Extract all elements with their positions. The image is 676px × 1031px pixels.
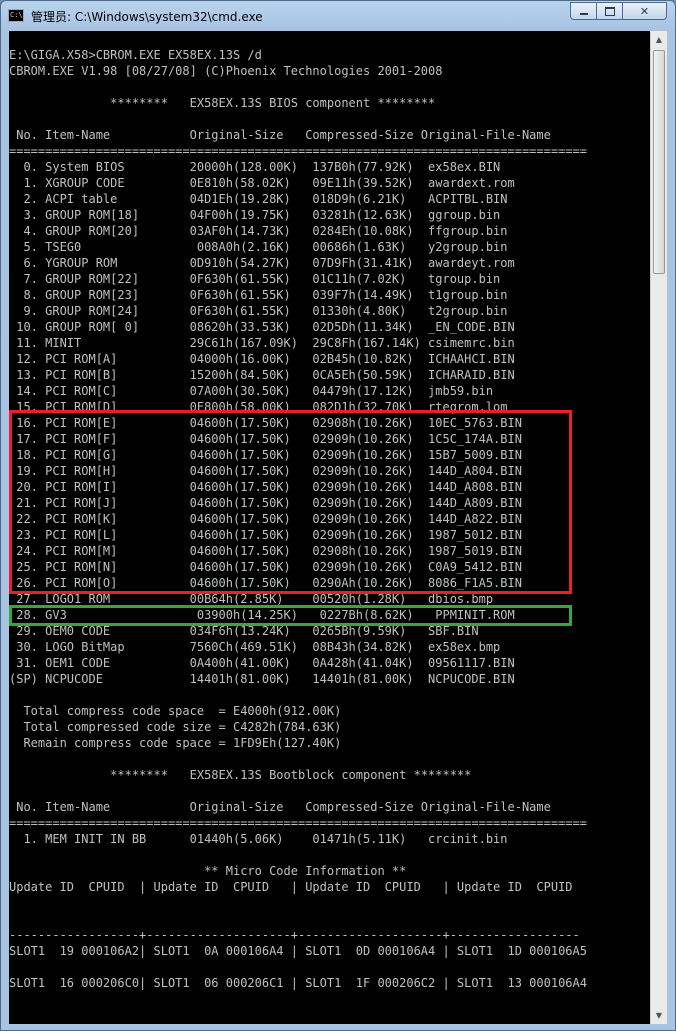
scroll-down-button[interactable]: ▼ — [651, 1007, 667, 1024]
console-line: ** Micro Code Information ** — [9, 864, 407, 878]
maximize-button[interactable] — [597, 2, 623, 20]
close-button[interactable]: ✕ — [623, 2, 667, 20]
cmd-app-icon[interactable]: C:\ — [8, 9, 24, 22]
console-line: 4. GROUP ROM[20] 03AF0h(14.73K) 0284Eh(1… — [9, 224, 508, 238]
console-output[interactable]: E:\GIGA.X58>CBROM.EXE EX58EX.13S /d CBROM… — [9, 31, 650, 1024]
window-title: 管理员: C:\Windows\system32\cmd.exe — [31, 10, 263, 24]
console-line: 7. GROUP ROM[22] 0F630h(61.55K) 01C11h(7… — [9, 272, 501, 286]
console-line: 13. PCI ROM[B] 15200h(84.50K) 0CA5Eh(50.… — [9, 368, 515, 382]
console-line: ========================================… — [9, 816, 587, 830]
minimize-button[interactable] — [570, 2, 597, 20]
console-line: SLOT1 19 000106A2| SLOT1 0A 000106A4 | S… — [9, 944, 587, 958]
console-line: 30. LOGO BitMap 7560Ch(469.51K) 08B43h(3… — [9, 640, 501, 654]
scroll-up-button[interactable]: ▲ — [651, 31, 667, 48]
console-line: No. Item-Name Original-Size Compressed-S… — [9, 128, 551, 142]
caption-buttons: ✕ — [570, 2, 667, 21]
console-line: 2. ACPI table 04D1Eh(19.28K) 018D9h(6.21… — [9, 192, 508, 206]
console-line: Total compress code space = E4000h(912.0… — [9, 704, 342, 718]
console-line: E:\GIGA.X58>CBROM.EXE EX58EX.13S /d — [9, 48, 262, 62]
console-line: 0. System BIOS 20000h(128.00K) 137B0h(77… — [9, 160, 501, 174]
cmd-window: C:\ 管理员: C:\Windows\system32\cmd.exe ✕ E… — [0, 0, 676, 1031]
green-highlight-box — [9, 605, 572, 626]
red-highlight-box — [9, 410, 572, 594]
minimize-icon — [579, 13, 588, 15]
console-line: ******** EX58EX.13S Bootblock component … — [9, 768, 472, 782]
console-line: 1. MEM INIT IN BB 01440h(5.06K) 01471h(5… — [9, 832, 508, 846]
console-line: ========================================… — [9, 144, 587, 158]
console-line: No. Item-Name Original-Size Compressed-S… — [9, 800, 551, 814]
console-line: 5. TSEG0 008A0h(2.16K) 00686h(1.63K) y2g… — [9, 240, 508, 254]
console-line: SLOT1 16 000206C0| SLOT1 06 000206C1 | S… — [9, 976, 587, 990]
console-line: 9. GROUP ROM[24] 0F630h(61.55K) 01330h(4… — [9, 304, 508, 318]
console-line: 11. MINIT 29C61h(167.09K) 29C8Fh(167.14K… — [9, 336, 515, 350]
console-line: Remain compress code space = 1FD9Eh(127.… — [9, 736, 342, 750]
title-bar[interactable]: C:\ 管理员: C:\Windows\system32\cmd.exe ✕ — [1, 1, 675, 31]
console-line: 12. PCI ROM[A] 04000h(16.00K) 02B45h(10.… — [9, 352, 515, 366]
console-line: 1. XGROUP CODE 0E810h(58.02K) 09E11h(39.… — [9, 176, 515, 190]
close-icon: ✕ — [639, 4, 650, 18]
maximize-icon — [604, 6, 615, 16]
console-line: Update ID CPUID | Update ID CPUID | Upda… — [9, 880, 573, 894]
console-line: 31. OEM1 CODE 0A400h(41.00K) 0A428h(41.0… — [9, 656, 515, 670]
scroll-up-arrow-icon: ▲ — [655, 35, 663, 44]
console-line: ------------------+--------------------+… — [9, 928, 580, 942]
console-line: E:\GIGA.X58> — [9, 1023, 96, 1024]
console-line: Total compressed code size = C4282h(784.… — [9, 720, 342, 734]
console-line: 8. GROUP ROM[23] 0F630h(61.55K) 039F7h(1… — [9, 288, 508, 302]
console-line: ******** EX58EX.13S BIOS component *****… — [9, 96, 436, 110]
vertical-scrollbar[interactable]: ▲ ▼ — [650, 31, 667, 1024]
console-line: 3. GROUP ROM[18] 04F00h(19.75K) 03281h(1… — [9, 208, 501, 222]
console-line: (SP) NCPUCODE 14401h(81.00K) 14401h(81.0… — [9, 672, 515, 686]
console-line: 10. GROUP ROM[ 0] 08620h(33.53K) 02D5Dh(… — [9, 320, 515, 334]
scroll-down-arrow-icon: ▼ — [655, 1011, 663, 1020]
console-line: 6. YGROUP ROM 0D910h(54.27K) 07D9Fh(31.4… — [9, 256, 515, 270]
console-line: CBROM.EXE V1.98 [08/27/08] (C)Phoenix Te… — [9, 64, 443, 78]
console-line: 14. PCI ROM[C] 07A00h(30.50K) 04479h(17.… — [9, 384, 494, 398]
scrollbar-thumb[interactable] — [653, 50, 665, 274]
